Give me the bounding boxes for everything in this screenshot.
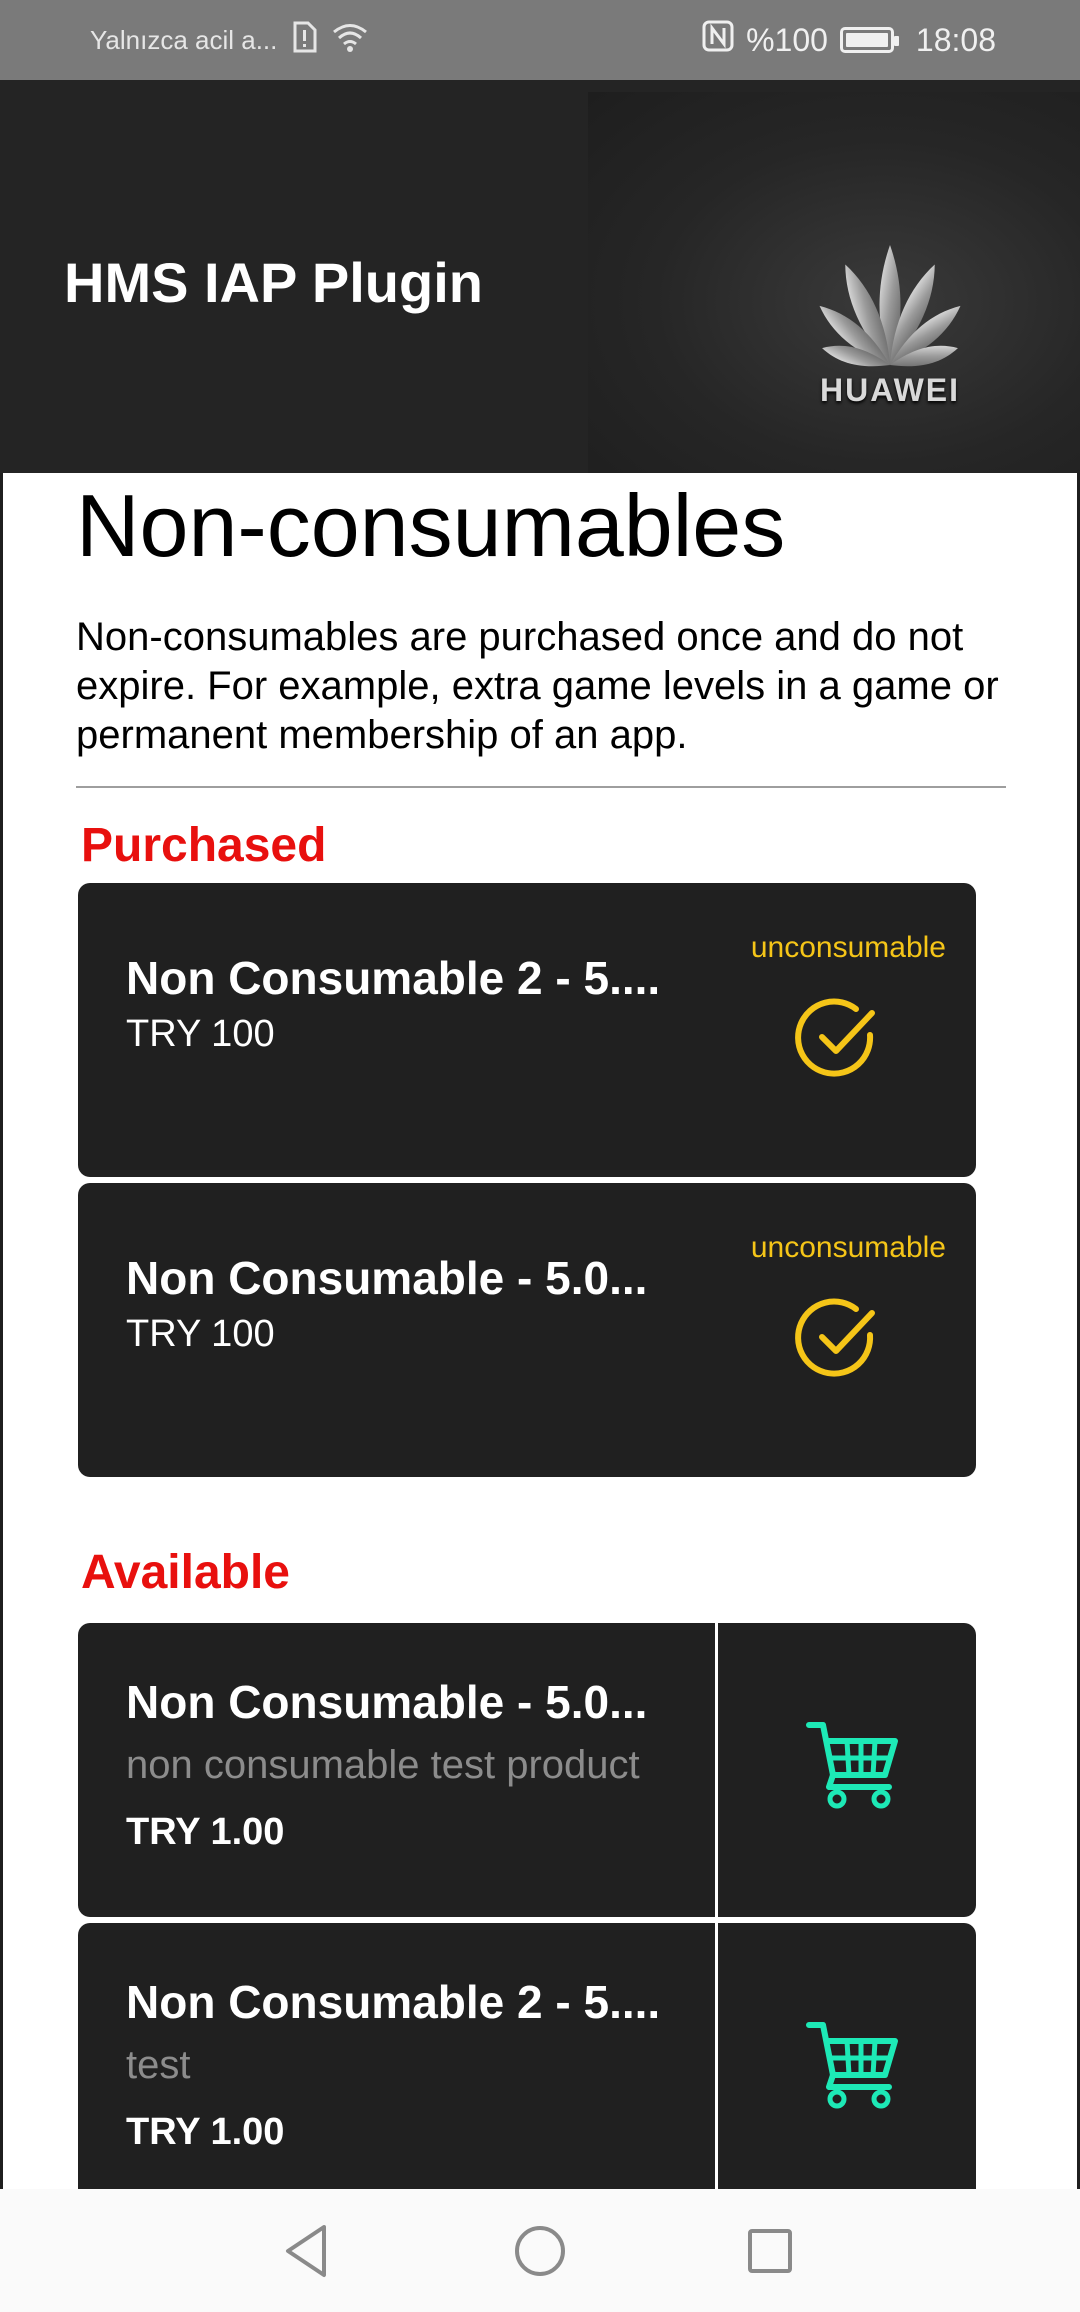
huawei-logo: HUAWEI bbox=[790, 230, 990, 420]
available-item-card[interactable]: Non Consumable - 5.0... non consumable t… bbox=[78, 1623, 976, 1917]
page-title: Non-consumables bbox=[76, 476, 786, 575]
sim-alert-icon bbox=[291, 21, 317, 60]
check-circle-icon bbox=[794, 995, 882, 1083]
wifi-icon bbox=[331, 21, 369, 60]
carrier-text: Yalnızca acil a... bbox=[90, 24, 278, 55]
clock: 18:08 bbox=[915, 21, 996, 58]
card-divider bbox=[715, 1623, 718, 1917]
nfc-icon bbox=[702, 20, 734, 60]
product-description: test bbox=[126, 2043, 191, 2087]
product-price: TRY 100 bbox=[126, 1013, 275, 1055]
purchased-item-card[interactable]: Non Consumable 2 - 5.... TRY 100 unconsu… bbox=[78, 883, 976, 1177]
app-title: HMS IAP Plugin bbox=[64, 251, 483, 314]
battery-level-fill bbox=[845, 33, 888, 47]
product-title: Non Consumable 2 - 5.... bbox=[126, 952, 661, 1004]
status-bar: Yalnızca acil a... %100 18:08 bbox=[0, 0, 1080, 80]
back-icon[interactable] bbox=[276, 2219, 340, 2283]
status-right: %100 18:08 bbox=[702, 0, 996, 80]
shopping-cart-icon[interactable] bbox=[803, 2013, 903, 2113]
product-type-tag: unconsumable bbox=[750, 1231, 946, 1264]
system-nav-bar bbox=[0, 2189, 1080, 2312]
app-header: HMS IAP Plugin HUAWEI bbox=[0, 80, 1080, 473]
product-price: TRY 100 bbox=[126, 1313, 275, 1355]
product-price: TRY 1.00 bbox=[126, 1811, 285, 1853]
product-type-tag: unconsumable bbox=[750, 931, 946, 964]
product-title: Non Consumable - 5.0... bbox=[126, 1676, 648, 1728]
purchased-section-label: Purchased bbox=[81, 819, 327, 872]
shopping-cart-icon[interactable] bbox=[803, 1713, 903, 1813]
logo-text: HUAWEI bbox=[820, 372, 960, 408]
purchased-item-card[interactable]: Non Consumable - 5.0... TRY 100 unconsum… bbox=[78, 1183, 976, 1477]
battery-percent: %100 bbox=[746, 21, 828, 58]
card-divider bbox=[715, 1923, 718, 2189]
recents-icon[interactable] bbox=[738, 2219, 802, 2283]
product-title: Non Consumable - 5.0... bbox=[126, 1252, 648, 1304]
available-item-card[interactable]: Non Consumable 2 - 5.... test TRY 1.00 bbox=[78, 1923, 976, 2189]
product-title: Non Consumable 2 - 5.... bbox=[126, 1976, 661, 2028]
battery-icon bbox=[839, 27, 899, 53]
product-description: non consumable test product bbox=[126, 1743, 640, 1787]
status-left: Yalnızca acil a... bbox=[90, 0, 369, 80]
divider bbox=[76, 786, 1006, 788]
product-price: TRY 1.00 bbox=[126, 2111, 285, 2153]
page-description: Non-consumables are purchased once and d… bbox=[76, 615, 999, 757]
home-icon[interactable] bbox=[508, 2219, 572, 2283]
available-section-label: Available bbox=[81, 1546, 290, 1599]
check-circle-icon bbox=[794, 1295, 882, 1383]
content-area[interactable]: Non-consumables Non-consumables are purc… bbox=[0, 473, 1080, 2189]
